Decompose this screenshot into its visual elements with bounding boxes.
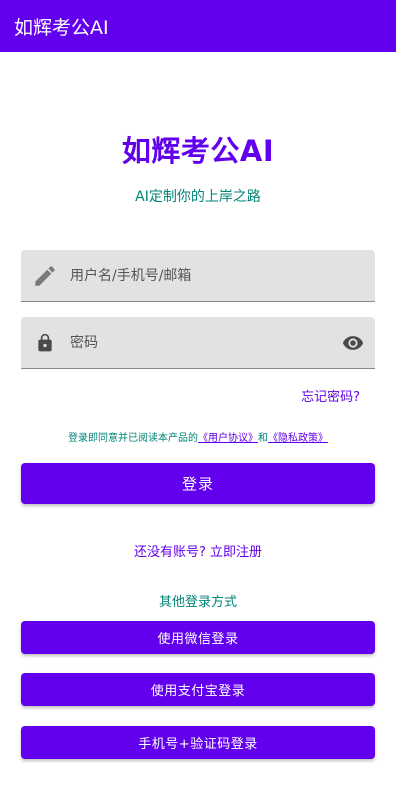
wechat-login-button[interactable]: 使用微信登录 — [21, 621, 375, 654]
other-login-methods-label: 其他登录方式 — [158, 595, 237, 610]
app-bar: 如辉考公AI — [0, 0, 396, 52]
password-field[interactable] — [21, 317, 375, 369]
username-input[interactable] — [69, 250, 375, 301]
agreement-and: 和 — [258, 433, 268, 444]
page-title: 如辉考公AI — [121, 134, 275, 168]
lock-icon — [21, 333, 69, 353]
pencil-icon — [21, 263, 69, 289]
eye-icon[interactable] — [331, 332, 375, 354]
app-bar-title: 如辉考公AI — [14, 16, 109, 39]
forgot-password-link[interactable]: 忘记密码? — [301, 386, 360, 405]
agreement-text: 登录即同意并已阅读本产品的《用户协议》和《隐私政策》 — [0, 429, 396, 444]
privacy-policy-link[interactable]: 《隐私政策》 — [268, 433, 328, 444]
username-field[interactable] — [21, 250, 375, 302]
sms-login-button[interactable]: 手机号+验证码登录 — [21, 726, 375, 759]
alipay-login-button[interactable]: 使用支付宝登录 — [21, 673, 375, 706]
user-agreement-link[interactable]: 《用户协议》 — [198, 433, 258, 444]
password-input[interactable] — [69, 317, 331, 368]
page-subtitle: AI定制你的上岸之路 — [135, 189, 261, 205]
agreement-prefix: 登录即同意并已阅读本产品的 — [68, 433, 198, 444]
login-button[interactable]: 登录 — [21, 463, 375, 504]
register-link[interactable]: 还没有账号? 立即注册 — [0, 541, 396, 560]
